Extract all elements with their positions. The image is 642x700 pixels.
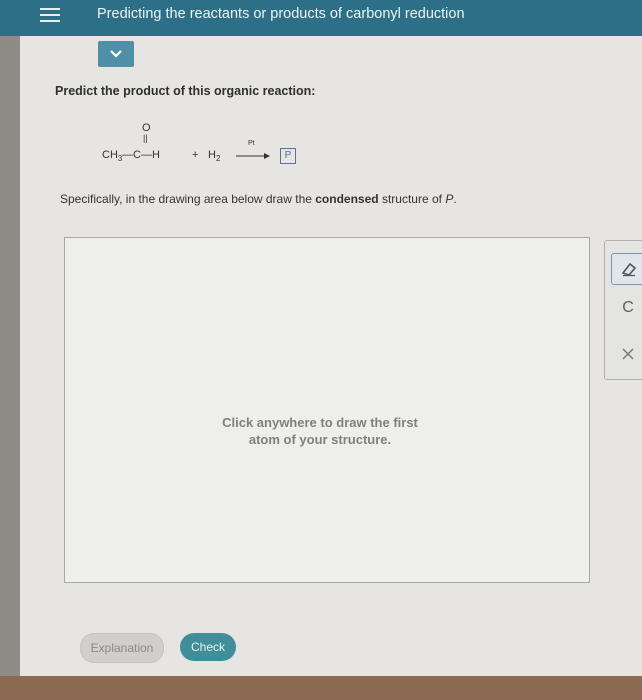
carbon-atom-button[interactable]: C: [611, 293, 642, 323]
hamburger-menu-icon[interactable]: [40, 4, 62, 26]
eraser-icon: [621, 262, 637, 277]
instruction-bold: condensed: [315, 192, 379, 206]
reaction-scheme: O || CH3 —C—H + H2 Pt P: [100, 120, 310, 170]
collapse-button[interactable]: [98, 41, 134, 67]
instruction-middle: structure of: [378, 192, 446, 206]
catalyst-label: Pt: [248, 140, 255, 147]
question-prompt: Predict the product of this organic reac…: [55, 84, 316, 98]
hydrogen-subscript: 2: [215, 154, 221, 164]
hydrogen-reagent: H2: [208, 149, 220, 163]
carbonyl-chain: —C—H: [122, 149, 160, 161]
page-title: Predicting the reactants or products of …: [97, 6, 465, 22]
plus-sign: +: [192, 149, 199, 161]
chevron-down-icon: [110, 50, 122, 58]
eraser-button[interactable]: [611, 253, 642, 285]
desk-edge: [0, 676, 642, 700]
instruction-prefix: Specifically, in the drawing area below …: [60, 192, 316, 206]
clear-button[interactable]: [611, 339, 642, 369]
explanation-button[interactable]: Explanation: [80, 633, 164, 663]
drawing-hint: Click anywhere to draw the first atom of…: [200, 414, 440, 448]
drawing-canvas[interactable]: [64, 237, 590, 583]
close-icon: [622, 348, 634, 360]
drawing-hint-line2: atom of your structure.: [248, 432, 392, 447]
methyl-group: CH3: [102, 149, 122, 163]
double-bond: ||: [143, 133, 148, 143]
hydrogen-label: H: [208, 149, 216, 161]
top-header: Predicting the reactants or products of …: [0, 0, 642, 36]
check-button[interactable]: Check: [180, 633, 236, 661]
instruction-suffix: .: [453, 192, 457, 206]
instruction-text: Specifically, in the drawing area below …: [60, 192, 457, 206]
product-box: P: [280, 148, 296, 164]
drawing-hint-line1: Click anywhere to draw the first: [222, 415, 418, 430]
methyl-label: CH: [102, 149, 118, 161]
left-margin-strip: [0, 36, 20, 676]
reaction-arrow-icon: [236, 153, 270, 159]
drawing-toolbar: C: [604, 240, 642, 380]
